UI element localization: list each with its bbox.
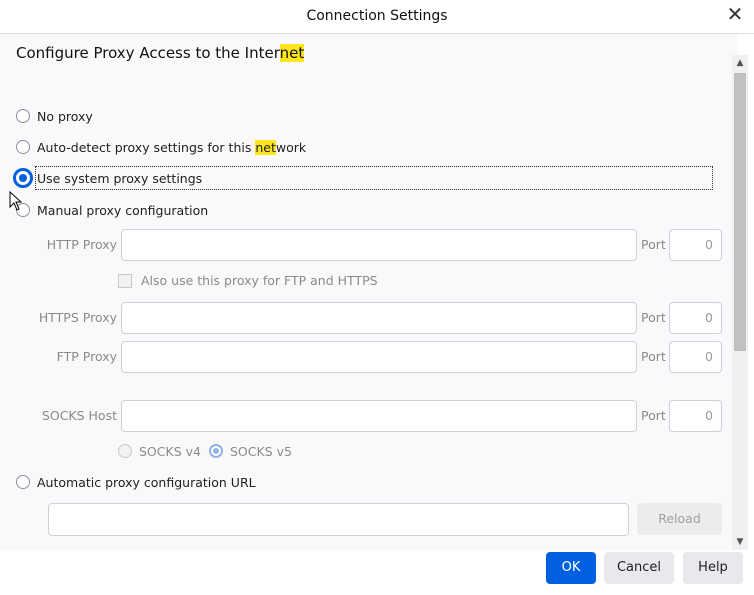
ftp-port-label: Port [641, 349, 666, 364]
heading-highlight: net [279, 44, 305, 62]
radio-label: Automatic proxy configuration URL [37, 474, 256, 490]
https-proxy-label: HTTPS Proxy [38, 310, 117, 325]
socks-port-input[interactable]: 0 [669, 400, 722, 432]
reload-button[interactable]: Reload [637, 503, 722, 535]
radio-label: No proxy [37, 108, 93, 124]
mouse-pointer-icon [9, 191, 23, 211]
radio-socks-v4[interactable]: SOCKS v4 [118, 441, 201, 461]
http-proxy-input[interactable] [121, 229, 637, 261]
ftp-port-input[interactable]: 0 [669, 341, 722, 373]
scrollbar-thumb[interactable] [734, 73, 746, 351]
https-port-input[interactable]: 0 [669, 302, 722, 334]
section-heading: Configure Proxy Access to the Internet [16, 44, 305, 62]
radio-auto-detect[interactable]: Auto-detect proxy settings for this netw… [16, 137, 306, 157]
also-use-checkbox-row[interactable]: Also use this proxy for FTP and HTTPS [118, 273, 378, 288]
socks-port-label: Port [641, 408, 666, 423]
ftp-proxy-input[interactable] [121, 341, 637, 373]
radio-button-selected[interactable] [13, 168, 33, 188]
radio-label: Use system proxy settings [37, 170, 203, 186]
radio-button-selected[interactable] [209, 444, 223, 458]
title-bar: Connection Settings ✕ [0, 0, 754, 34]
cancel-button[interactable]: Cancel [604, 552, 674, 584]
http-port-label: Port [641, 237, 666, 252]
radio-label: Manual proxy configuration [37, 202, 209, 218]
http-proxy-label: HTTP Proxy [46, 237, 117, 252]
radio-system-proxy[interactable]: Use system proxy settings [13, 168, 203, 188]
help-button[interactable]: Help [683, 552, 743, 584]
socks-host-label: SOCKS Host [41, 408, 117, 423]
scroll-up-icon[interactable]: ▲ [732, 55, 748, 71]
radio-label: SOCKS v5 [230, 443, 292, 459]
auto-url-input[interactable] [48, 503, 629, 536]
radio-button[interactable] [118, 444, 132, 458]
scroll-down-icon[interactable]: ▼ [732, 534, 748, 550]
radio-button[interactable] [16, 109, 30, 123]
also-use-checkbox[interactable] [118, 273, 132, 288]
also-use-label: Also use this proxy for FTP and HTTPS [141, 273, 378, 288]
socks-host-input[interactable] [121, 400, 637, 432]
close-icon[interactable]: ✕ [722, 3, 748, 27]
https-proxy-input[interactable] [121, 302, 637, 334]
radio-socks-v5[interactable]: SOCKS v5 [209, 441, 292, 461]
radio-manual-proxy[interactable]: Manual proxy configuration [16, 200, 208, 220]
radio-auto-url[interactable]: Automatic proxy configuration URL [16, 472, 256, 492]
radio-label: SOCKS v4 [139, 443, 201, 459]
ftp-proxy-label: FTP Proxy [56, 349, 117, 364]
window-title: Connection Settings [306, 8, 448, 24]
radio-label: Auto-detect proxy settings for this netw… [37, 139, 307, 155]
ok-button[interactable]: OK [546, 552, 596, 584]
radio-no-proxy[interactable]: No proxy [16, 106, 93, 126]
heading-text: Configure Proxy Access to the Inter [16, 44, 280, 62]
http-port-input[interactable]: 0 [669, 229, 722, 261]
radio-button[interactable] [16, 140, 30, 154]
scrollbar[interactable]: ▲ ▼ [732, 55, 748, 550]
radio-button[interactable] [16, 475, 30, 489]
https-port-label: Port [641, 310, 666, 325]
